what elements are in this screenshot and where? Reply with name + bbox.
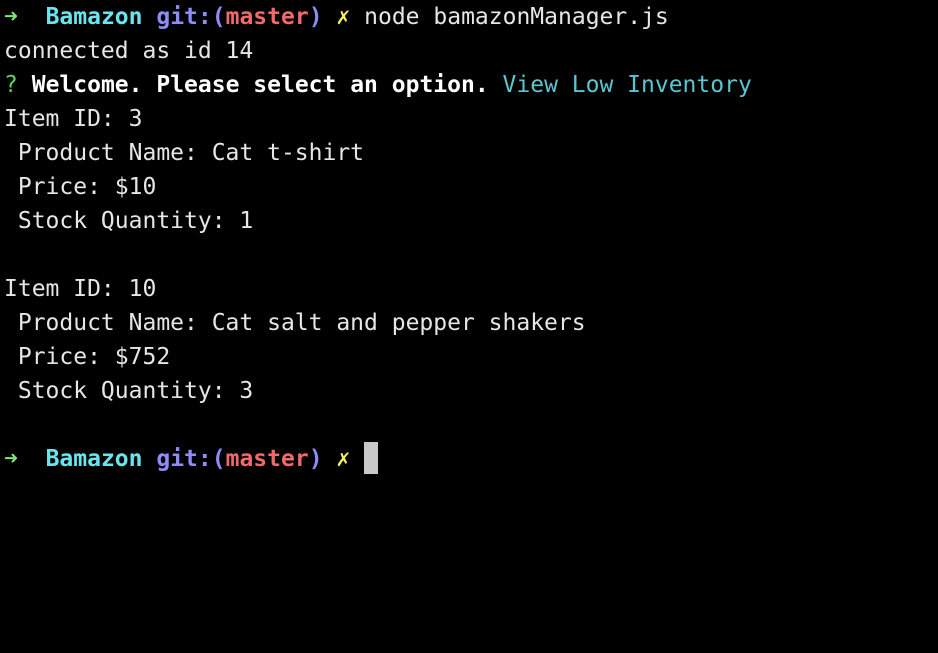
command-text: node bamazonManager.js bbox=[364, 4, 669, 30]
command-line: ➜ Bamazon git:(master) ✗ node bamazonMan… bbox=[4, 0, 934, 34]
text-cursor[interactable] bbox=[364, 441, 379, 474]
question-line: ? Welcome. Please select an option. View… bbox=[4, 68, 934, 102]
item-price: Price: $10 bbox=[4, 174, 157, 200]
item-stock-quantity: Stock Quantity: 3 bbox=[4, 378, 254, 404]
selected-answer: View Low Inventory bbox=[502, 72, 752, 98]
shell-prompt[interactable]: ➜ Bamazon git:(master) ✗ bbox=[4, 441, 934, 476]
dirty-mark-icon: ✗ bbox=[336, 4, 351, 30]
prompt-git-prefix: git:( bbox=[156, 4, 226, 30]
prompt-git-prefix: git:( bbox=[156, 446, 226, 472]
prompt-git-suffix: ) bbox=[308, 446, 323, 472]
question-mark-icon: ? bbox=[4, 72, 18, 98]
terminal-window[interactable]: ➜ Bamazon git:(master) ✗ node bamazonMan… bbox=[4, 0, 934, 653]
connected-status: connected as id 14 bbox=[4, 38, 254, 64]
inventory-item: Item ID: 10 Product Name: Cat salt and p… bbox=[4, 272, 934, 408]
item-price: Price: $752 bbox=[4, 344, 171, 370]
item-id: Item ID: 10 bbox=[4, 276, 157, 302]
item-stock-quantity: Stock Quantity: 1 bbox=[4, 208, 254, 234]
item-id: Item ID: 3 bbox=[4, 106, 143, 132]
prompt-directory: Bamazon bbox=[45, 446, 143, 472]
prompt-git-branch: master bbox=[225, 446, 309, 472]
prompt-git-branch: master bbox=[225, 4, 309, 30]
prompt-directory: Bamazon bbox=[45, 4, 143, 30]
dirty-mark-icon: ✗ bbox=[336, 446, 351, 472]
question-text: Welcome. Please select an option. bbox=[31, 72, 489, 98]
item-product-name: Product Name: Cat salt and pepper shaker… bbox=[4, 310, 586, 336]
prompt-arrow-icon: ➜ bbox=[4, 4, 18, 30]
prompt-git-suffix: ) bbox=[308, 4, 323, 30]
prompt-arrow-icon: ➜ bbox=[4, 446, 18, 472]
item-product-name: Product Name: Cat t-shirt bbox=[4, 140, 365, 166]
inventory-item: Item ID: 3 Product Name: Cat t-shirt Pri… bbox=[4, 102, 934, 238]
